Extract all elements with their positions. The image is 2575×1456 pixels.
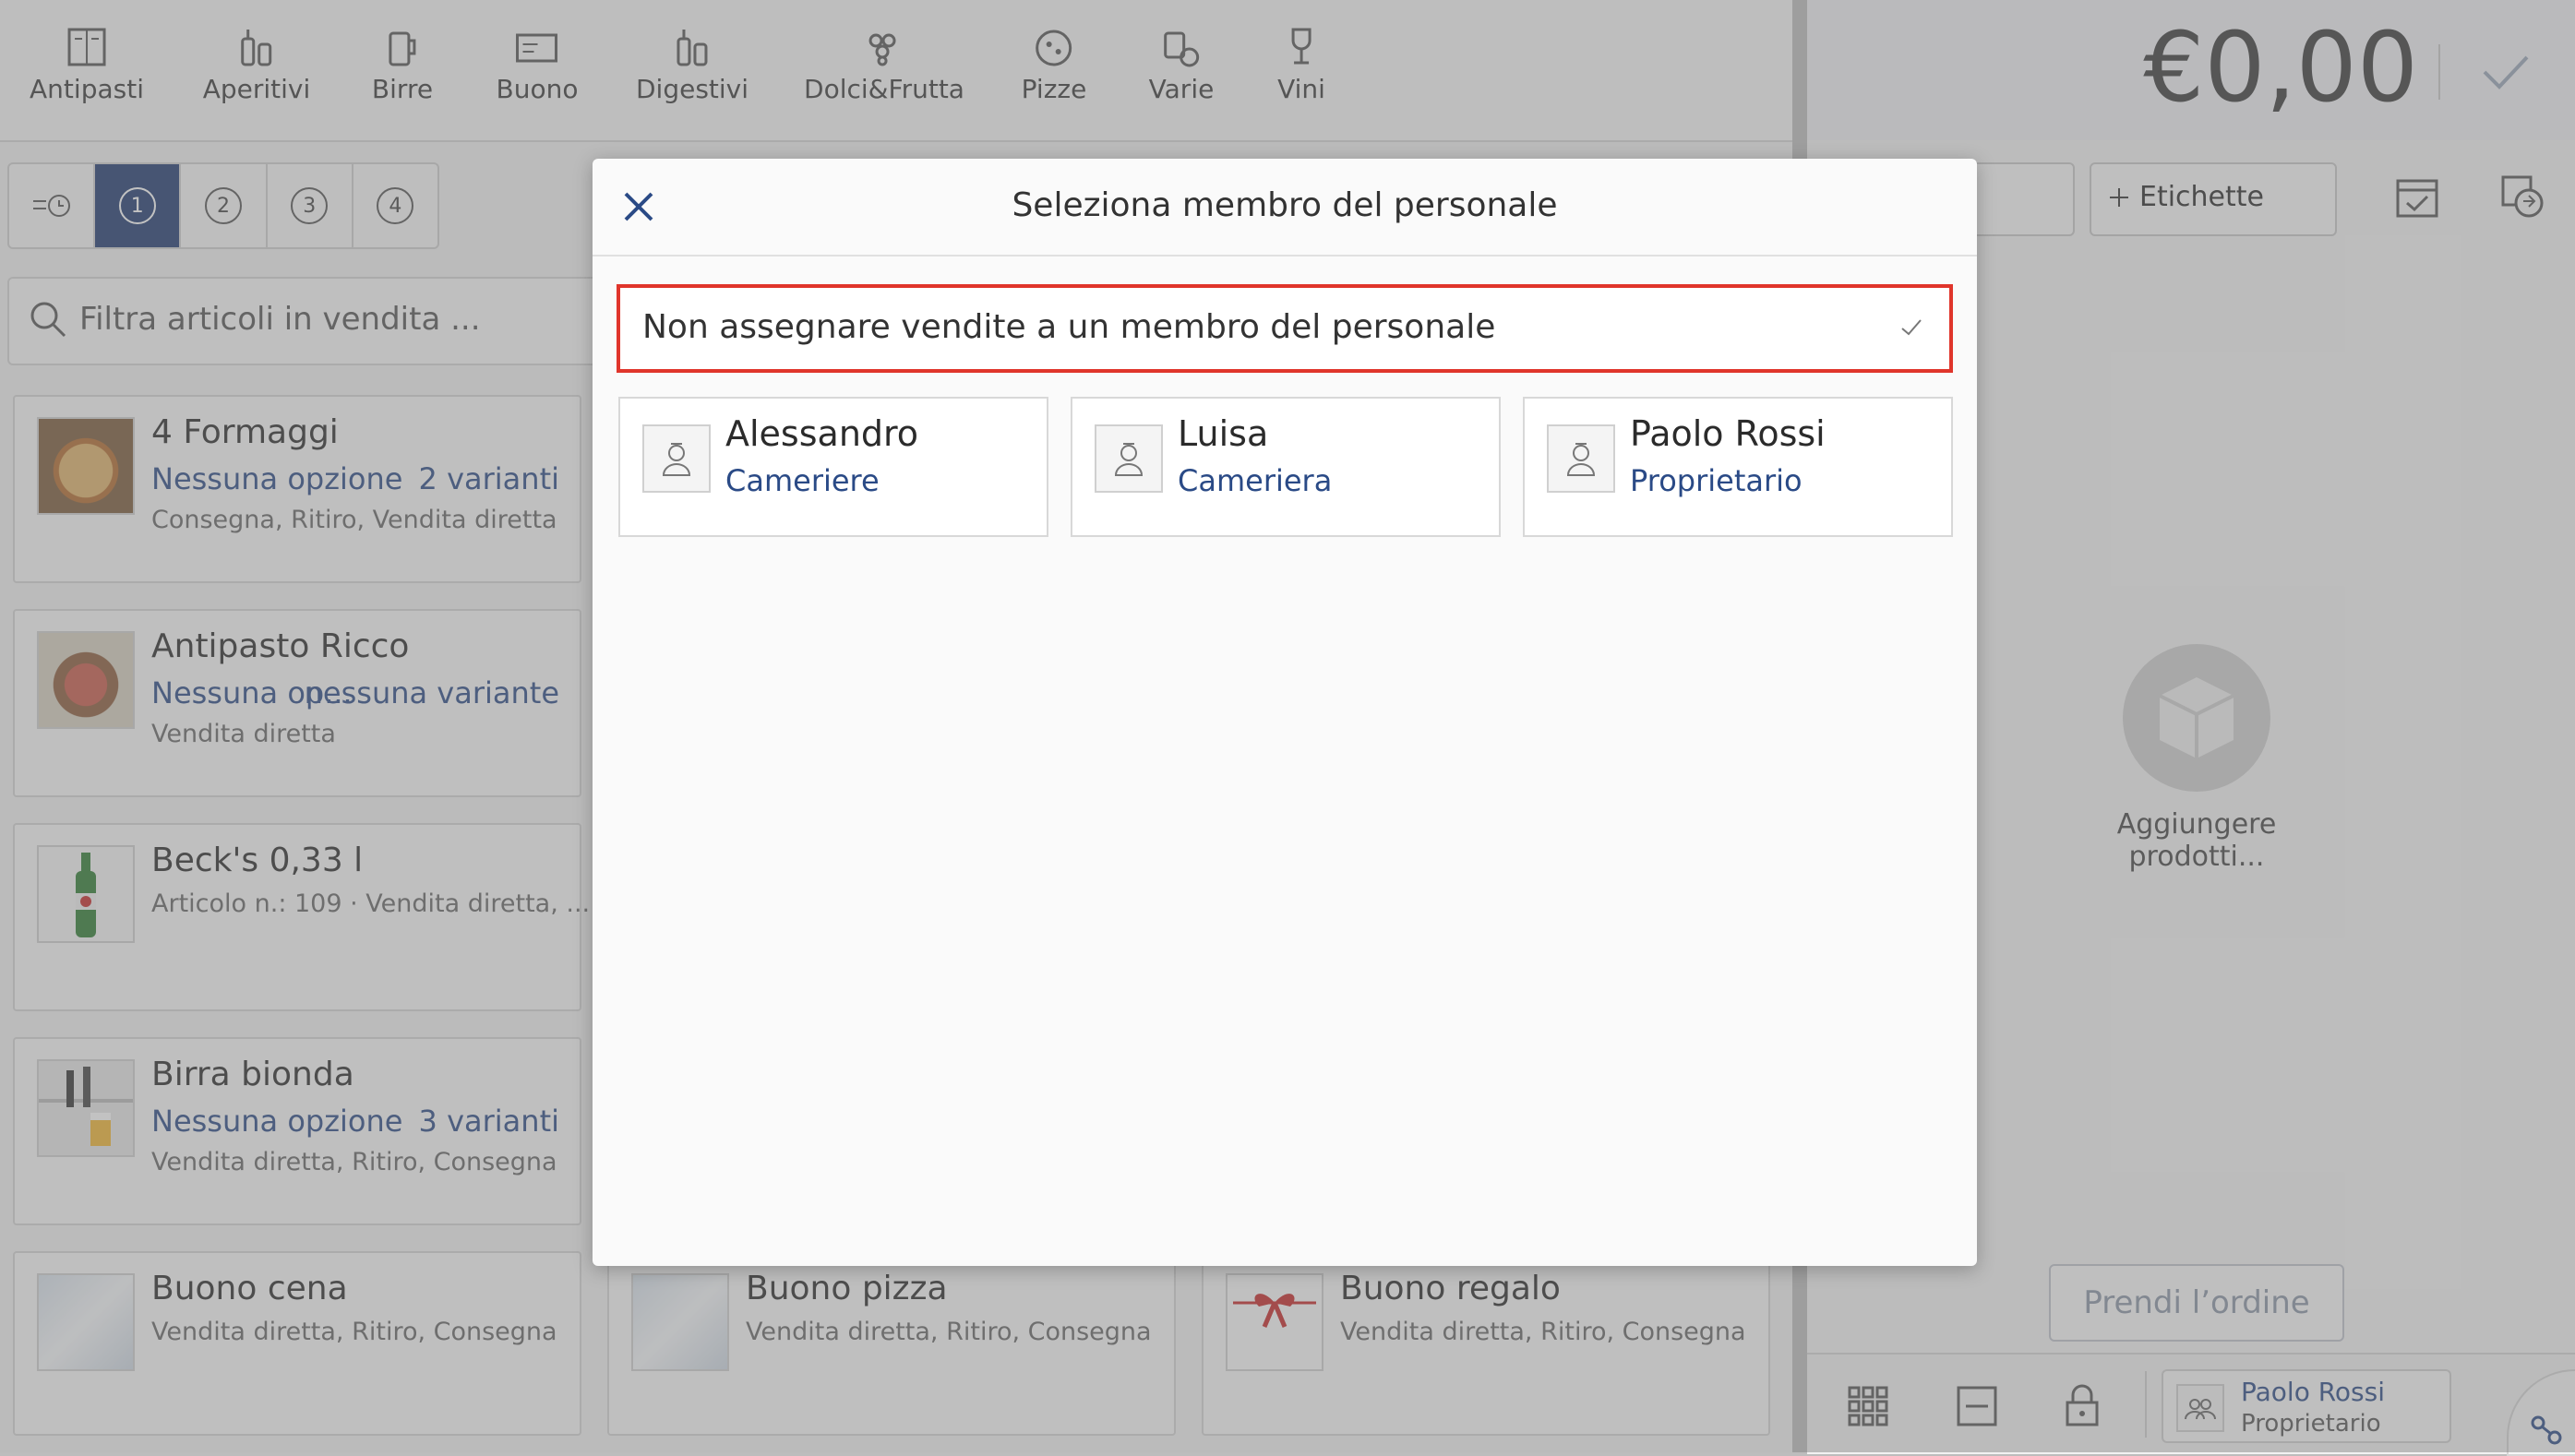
owner-icon xyxy=(1566,443,1596,476)
no-assign-option[interactable]: Non assegnare vendite a un membro del pe… xyxy=(617,284,1953,373)
staff-role: Cameriere xyxy=(725,463,880,498)
dialog-title: Seleziona membro del personale xyxy=(1012,186,1558,224)
staff-role: Cameriera xyxy=(1178,463,1333,498)
staff-avatar xyxy=(1095,424,1163,493)
no-assign-label: Non assegnare vendite a un membro del pe… xyxy=(642,308,1496,346)
check-icon xyxy=(1901,319,1922,336)
staff-select-dialog: Seleziona membro del personale Non asseg… xyxy=(593,159,1977,1266)
staff-role: Proprietario xyxy=(1630,463,1802,498)
staff-avatar xyxy=(1547,424,1615,493)
staff-avatar xyxy=(642,424,711,493)
dialog-header: Seleziona membro del personale xyxy=(593,159,1977,257)
waiter-icon xyxy=(662,443,691,476)
staff-name: Paolo Rossi xyxy=(1630,413,1826,454)
staff-option-alessandro[interactable]: Alessandro Cameriere xyxy=(618,397,1048,537)
staff-option-luisa[interactable]: Luisa Cameriera xyxy=(1071,397,1501,537)
waiter-icon xyxy=(1114,443,1144,476)
staff-name: Luisa xyxy=(1178,413,1269,454)
staff-option-paolo-rossi[interactable]: Paolo Rossi Proprietario xyxy=(1523,397,1953,537)
staff-name: Alessandro xyxy=(725,413,919,454)
